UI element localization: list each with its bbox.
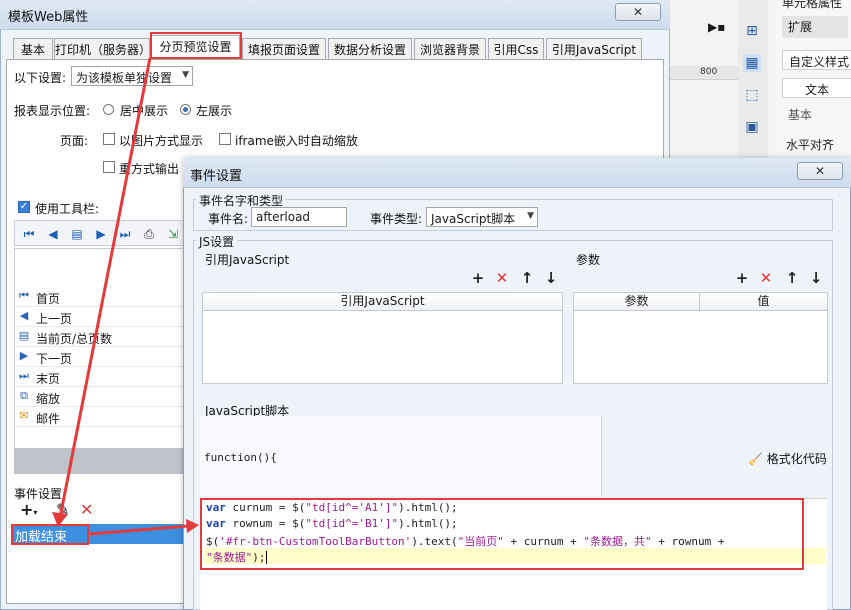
tab-ref-js[interactable]: 引用JavaScript — [546, 38, 642, 59]
text-format-box[interactable]: 文本 — [782, 78, 851, 98]
ref-js-title: 引用JavaScript — [205, 253, 290, 267]
first-page-icon[interactable]: ⏮ — [20, 226, 38, 242]
list-item[interactable]: ⧉ 缩放 — [16, 387, 184, 407]
cell-property-title: 单元格属性 — [782, 0, 843, 10]
value-column-header: 值 — [700, 293, 827, 311]
list-scroll-region — [14, 448, 184, 474]
next-page-icon: ▶ — [19, 349, 29, 362]
dialog-titlebar — [0, 0, 670, 30]
dialog-title: 模板Web属性 — [8, 10, 89, 25]
params-title: 参数 — [576, 253, 601, 267]
left-display-label: 左展示 — [196, 104, 233, 118]
checkbox-use-toolbar[interactable]: ✓ — [18, 201, 30, 213]
edit-event-icon[interactable]: ✎ — [56, 500, 69, 519]
custom-style-option[interactable]: 自定义样式 — [782, 50, 851, 70]
checkbox-reformat[interactable] — [103, 161, 115, 173]
display-position-label: 报表显示位置: — [14, 104, 91, 118]
param-up-icon[interactable]: ↑ — [784, 270, 800, 286]
add-event-icon[interactable]: +▾ — [20, 500, 37, 519]
event-dialog-close-button[interactable]: ✕ — [797, 162, 843, 180]
ruler: 800 — [668, 66, 738, 80]
move-up-icon[interactable]: ↑ — [519, 270, 535, 286]
first-page-icon: ⏮ — [19, 289, 29, 302]
next-page-icon[interactable]: ▶ — [92, 226, 110, 242]
format-code-label: 格式化代码 — [766, 452, 827, 466]
tab-data-analysis[interactable]: 数据分析设置 — [328, 38, 412, 59]
basic-section-label: 基本 — [788, 108, 813, 122]
event-dialog-title: 事件设置 — [190, 169, 243, 184]
broom-icon: 🧹 — [748, 452, 763, 466]
prev-page-icon[interactable]: ◀ — [44, 226, 62, 242]
param-down-icon[interactable]: ↓ — [808, 270, 824, 286]
radio-left[interactable] — [180, 104, 191, 115]
add-icon[interactable]: + — [470, 270, 486, 286]
tab-extend[interactable]: 扩展 — [782, 16, 848, 38]
settings-select[interactable]: 为该模板单独设置 ▼ — [71, 66, 193, 86]
event-type-select[interactable]: JavaScript脚本 ▼ — [426, 207, 538, 227]
settings-label: 以下设置: — [14, 71, 67, 85]
list-item[interactable]: ▶ 下一页 — [16, 347, 184, 367]
widget-icon[interactable]: ▦ — [743, 54, 761, 72]
frame-icon[interactable]: ⬚ — [743, 86, 761, 104]
list-item[interactable]: ⏮ 首页 — [16, 287, 184, 307]
page-label: 页面: — [60, 134, 89, 148]
delete-event-icon[interactable]: ✕ — [80, 500, 93, 519]
params-table[interactable]: 参数 值 — [573, 292, 828, 384]
list-item[interactable]: ✉ 邮件 — [16, 407, 184, 427]
event-type-value: JavaScript脚本 — [431, 212, 516, 226]
event-dialog-titlebar — [183, 158, 851, 188]
ref-js-table[interactable]: 引用JavaScript — [202, 292, 563, 384]
list-item[interactable]: ⏭ 末页 — [16, 367, 184, 387]
annotation-box-code — [200, 498, 804, 570]
format-code-button[interactable]: 🧹 格式化代码 — [748, 450, 827, 467]
page-number-icon: ▤ — [18, 329, 30, 342]
horizontal-align-label: 水平对齐 — [786, 138, 835, 152]
ruler-mark: 800 — [700, 67, 718, 77]
tab-printer[interactable]: 打印机（服务器） — [54, 38, 151, 59]
mail-icon: ✉ — [19, 409, 29, 422]
list-item[interactable]: ◀ 上一页 — [16, 307, 184, 327]
dropdown-widget-icon[interactable]: ▣ — [743, 118, 761, 136]
use-toolbar-label: 使用工具栏: — [35, 202, 100, 216]
param-column-header: 参数 — [574, 293, 700, 311]
ref-js-column-header: 引用JavaScript — [203, 293, 562, 311]
last-page-icon: ⏭ — [19, 369, 29, 382]
export-icon[interactable]: ⇲ — [164, 226, 182, 242]
zoom-icon: ⧉ — [20, 389, 28, 402]
center-display-label: 居中展示 — [120, 104, 169, 118]
iframe-scale-label: iframe嵌入时自动缩放 — [235, 134, 358, 148]
move-down-icon[interactable]: ↓ — [543, 270, 559, 286]
delete-param-icon[interactable]: ✕ — [758, 270, 774, 286]
prev-page-icon: ◀ — [19, 309, 29, 322]
annotation-box-tab — [150, 32, 242, 59]
event-name-input[interactable]: afterload — [251, 207, 347, 227]
function-header: function(){ — [204, 451, 277, 464]
tab-fill-page[interactable]: 填报页面设置 — [242, 38, 326, 59]
radio-center[interactable] — [103, 104, 114, 115]
checkbox-iframe-scale[interactable] — [219, 133, 231, 145]
checkbox-image-mode[interactable] — [103, 133, 115, 145]
js-settings-group-title: JS设置 — [196, 233, 238, 250]
annotation-box-event-item — [11, 524, 89, 545]
list-item[interactable]: ▤ 当前页/总页数 — [16, 327, 184, 347]
tab-ref-css[interactable]: 引用Css — [488, 38, 544, 59]
event-type-label: 事件类型: — [370, 212, 423, 226]
settings-select-value: 为该模板单独设置 — [76, 71, 173, 85]
chevron-down-icon: ▼ — [527, 211, 534, 221]
reformat-label: 重方式输出 — [119, 162, 180, 176]
chevron-down-icon: ▼ — [182, 70, 189, 80]
close-button[interactable]: ✕ — [615, 3, 661, 21]
page-number-icon[interactable]: ▤ — [68, 226, 86, 242]
event-name-label: 事件名: — [208, 212, 249, 226]
cursor-tool-icon[interactable]: ▶▪ — [708, 20, 725, 34]
tab-basic[interactable]: 基本 — [13, 38, 53, 59]
designer-toolbar-strip: ▶▪ — [668, 0, 738, 64]
grid-icon[interactable]: ⊞ — [743, 22, 761, 40]
image-mode-label: 以图片方式显示 — [119, 134, 204, 148]
add-param-icon[interactable]: + — [734, 270, 750, 286]
print-icon[interactable]: ⎙ — [140, 226, 158, 242]
last-page-icon[interactable]: ⏭ — [116, 226, 134, 242]
delete-icon[interactable]: ✕ — [494, 270, 510, 286]
tab-browser-bg[interactable]: 浏览器背景 — [414, 38, 486, 59]
